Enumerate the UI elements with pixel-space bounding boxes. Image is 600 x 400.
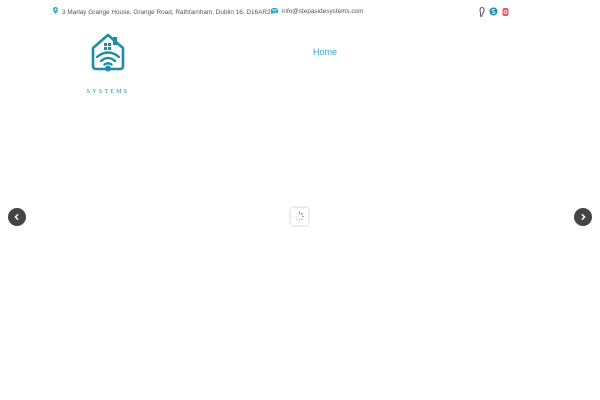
envelope-icon [270, 7, 279, 16]
social-icon-1[interactable] [477, 6, 486, 17]
nav-item-home[interactable]: Home [313, 47, 337, 57]
logo-text: SYSTEMS [86, 89, 130, 95]
spinner-icon [294, 211, 305, 222]
contact-email[interactable]: info@stepasidesystems.com [270, 7, 363, 16]
page: 3 Marlay Grange House, Grange Road, Rath… [0, 0, 600, 400]
slider-loader [291, 208, 308, 225]
hero-slider [0, 110, 600, 400]
slider-next-button[interactable] [574, 208, 592, 226]
address-text: 3 Marlay Grange House, Grange Road, Rath… [62, 8, 275, 16]
skype-icon[interactable] [489, 6, 498, 17]
instagram-icon[interactable] [501, 6, 510, 17]
chevron-right-icon [581, 213, 586, 221]
contact-address: 3 Marlay Grange House, Grange Road, Rath… [53, 7, 274, 17]
house-wifi-logo-icon [91, 33, 125, 72]
email-link[interactable]: info@stepasidesystems.com [282, 7, 363, 16]
chevron-left-icon [14, 213, 19, 221]
slider-prev-button[interactable] [8, 208, 26, 226]
map-pin-icon [53, 7, 58, 17]
top-bar: 3 Marlay Grange House, Grange Road, Rath… [0, 0, 600, 24]
